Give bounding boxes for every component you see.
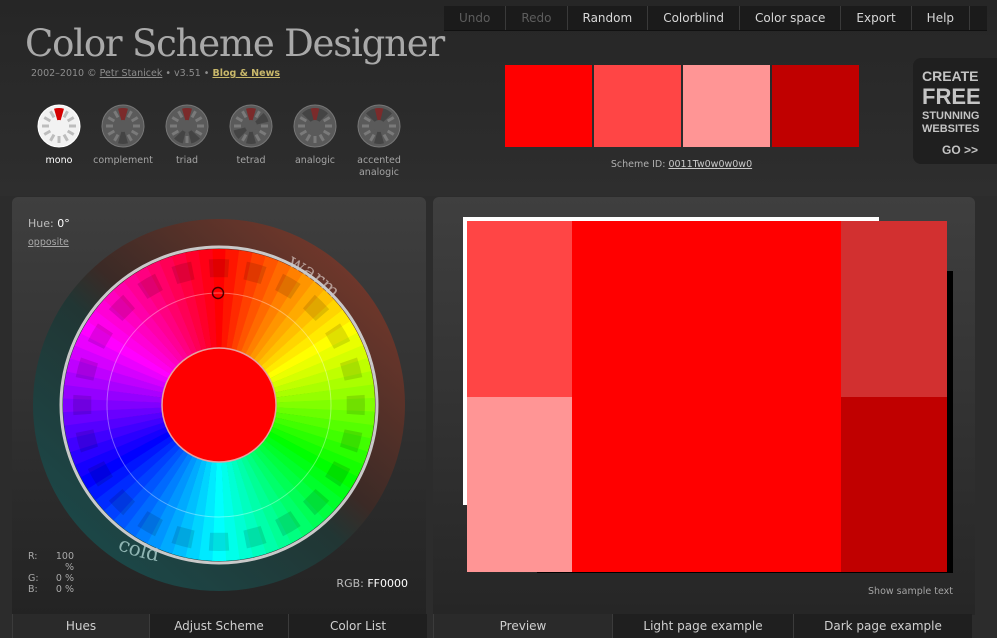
swatch-1[interactable]: [505, 65, 592, 147]
accented-analogic-icon: [357, 104, 401, 148]
analogic-icon: [293, 104, 337, 148]
rgb-key: R:: [28, 551, 38, 562]
hue-notch: [73, 394, 92, 416]
scheme-preview: [463, 217, 953, 573]
mode-label: tetrad: [236, 155, 266, 166]
opposite-link[interactable]: opposite: [28, 237, 69, 248]
ad-banner[interactable]: CREATE FREE STUNNING WEBSITES GO >>: [913, 58, 997, 164]
tetrad-icon: [229, 104, 273, 148]
rgb-value: 100 %: [55, 551, 74, 573]
mode-label: accented analogic: [357, 155, 401, 178]
scheme-swatches: [505, 65, 859, 147]
rgb-percent-readout: R: 100 % G: 0 % B: 0 %: [28, 551, 74, 595]
scheme-mode-selector: mono complement triad tetrad analogic accente…: [27, 104, 411, 179]
mono-icon: [37, 104, 81, 148]
rgb-value: 0 %: [55, 584, 74, 595]
hue-notch: [208, 259, 230, 278]
preview-primary: [572, 221, 841, 572]
blog-news-link[interactable]: Blog & News: [212, 68, 280, 79]
tab-light-page-example[interactable]: Light page example: [612, 614, 793, 638]
mode-label: complement: [93, 155, 153, 166]
hue-notch: [208, 532, 230, 551]
scheme-id-label: Scheme ID:: [610, 159, 666, 170]
swatch-3[interactable]: [683, 65, 770, 147]
ad-line-websites: WEBSITES: [922, 123, 980, 135]
complement-icon: [101, 104, 145, 148]
preview-panel: Show sample text: [433, 197, 975, 615]
show-sample-text-link[interactable]: Show sample text: [868, 586, 953, 597]
tab-color-list[interactable]: Color List: [288, 614, 427, 638]
tab-dark-page-example[interactable]: Dark page example: [793, 614, 972, 638]
mode-tetrad[interactable]: tetrad: [219, 104, 283, 179]
app-logo: Color Scheme Designer: [25, 22, 445, 65]
rgb-row-g: G: 0 %: [28, 573, 74, 584]
author-link[interactable]: Petr Stanicek: [100, 68, 163, 79]
preview-dark-1: [841, 221, 947, 397]
mode-accented-analogic[interactable]: accented analogic: [347, 104, 411, 179]
color-wheel[interactable]: warm cold: [32, 218, 406, 592]
rgb-key: B:: [28, 584, 38, 595]
credits-years: 2002–2010 ©: [31, 68, 97, 79]
rgb-hex-value: FF0000: [367, 577, 408, 590]
mode-mono[interactable]: mono: [27, 104, 91, 179]
rgb-row-b: B: 0 %: [28, 584, 74, 595]
menu-colorblind[interactable]: Colorblind: [648, 6, 741, 30]
mode-label: mono: [45, 155, 73, 166]
rgb-row-r: R: 100 %: [28, 551, 74, 573]
menu-redo[interactable]: Redo: [506, 6, 568, 30]
selected-hue-disc: [161, 347, 277, 463]
menu-bar: Undo Redo Random Colorblind Color space Expor…: [444, 6, 987, 31]
left-tab-bar: Hues Adjust Scheme Color List: [12, 614, 427, 638]
mode-label: analogic: [294, 155, 335, 166]
hue-label: Hue:: [28, 217, 54, 230]
rgb-value: 0 %: [55, 573, 74, 584]
menu-random[interactable]: Random: [568, 6, 649, 30]
ad-line-stunning: STUNNING: [922, 110, 980, 122]
scheme-id: Scheme ID: 0011Tw0w0w0w0: [505, 159, 858, 170]
menu-help[interactable]: Help: [912, 6, 971, 30]
menu-export[interactable]: Export: [841, 6, 912, 30]
hue-wheel-panel: warm cold Hue: 0° opposite R: 100 % G: 0 % B…: [12, 197, 426, 615]
preview-light-1: [467, 221, 572, 397]
header: Color Scheme Designer 2002–2010 © Petr S…: [0, 0, 997, 196]
preview-light-2: [467, 397, 572, 572]
rgb-key: G:: [28, 573, 39, 584]
right-tab-bar: Preview Light page example Dark page examp…: [433, 614, 972, 638]
rgb-hex-readout: RGB: FF0000: [336, 577, 408, 590]
tab-preview[interactable]: Preview: [433, 614, 612, 638]
rgb-hex-label: RGB:: [336, 577, 364, 590]
scheme-id-link[interactable]: 0011Tw0w0w0w0: [668, 159, 752, 170]
triad-icon: [165, 104, 209, 148]
menu-undo[interactable]: Undo: [444, 6, 507, 30]
credits-version: • v3.51 •: [165, 68, 210, 79]
mode-label: triad: [175, 155, 199, 166]
credits: 2002–2010 © Petr Stanicek • v3.51 • Blog…: [31, 68, 280, 79]
menu-color-space[interactable]: Color space: [740, 6, 842, 30]
mode-complement[interactable]: complement: [91, 104, 155, 179]
ad-line-free: FREE: [922, 84, 981, 109]
mode-analogic[interactable]: analogic: [283, 104, 347, 179]
tab-hues[interactable]: Hues: [12, 614, 149, 638]
preview-dark-2: [841, 397, 947, 572]
hue-value: 0°: [57, 217, 70, 230]
swatch-4[interactable]: [772, 65, 859, 147]
ad-line-create: CREATE: [922, 68, 979, 84]
hue-readout: Hue: 0°: [28, 217, 70, 230]
tab-adjust-scheme[interactable]: Adjust Scheme: [149, 614, 288, 638]
mode-triad[interactable]: triad: [155, 104, 219, 179]
ad-go-link[interactable]: GO >>: [942, 144, 978, 156]
hue-notch: [346, 394, 365, 416]
swatch-2[interactable]: [594, 65, 681, 147]
